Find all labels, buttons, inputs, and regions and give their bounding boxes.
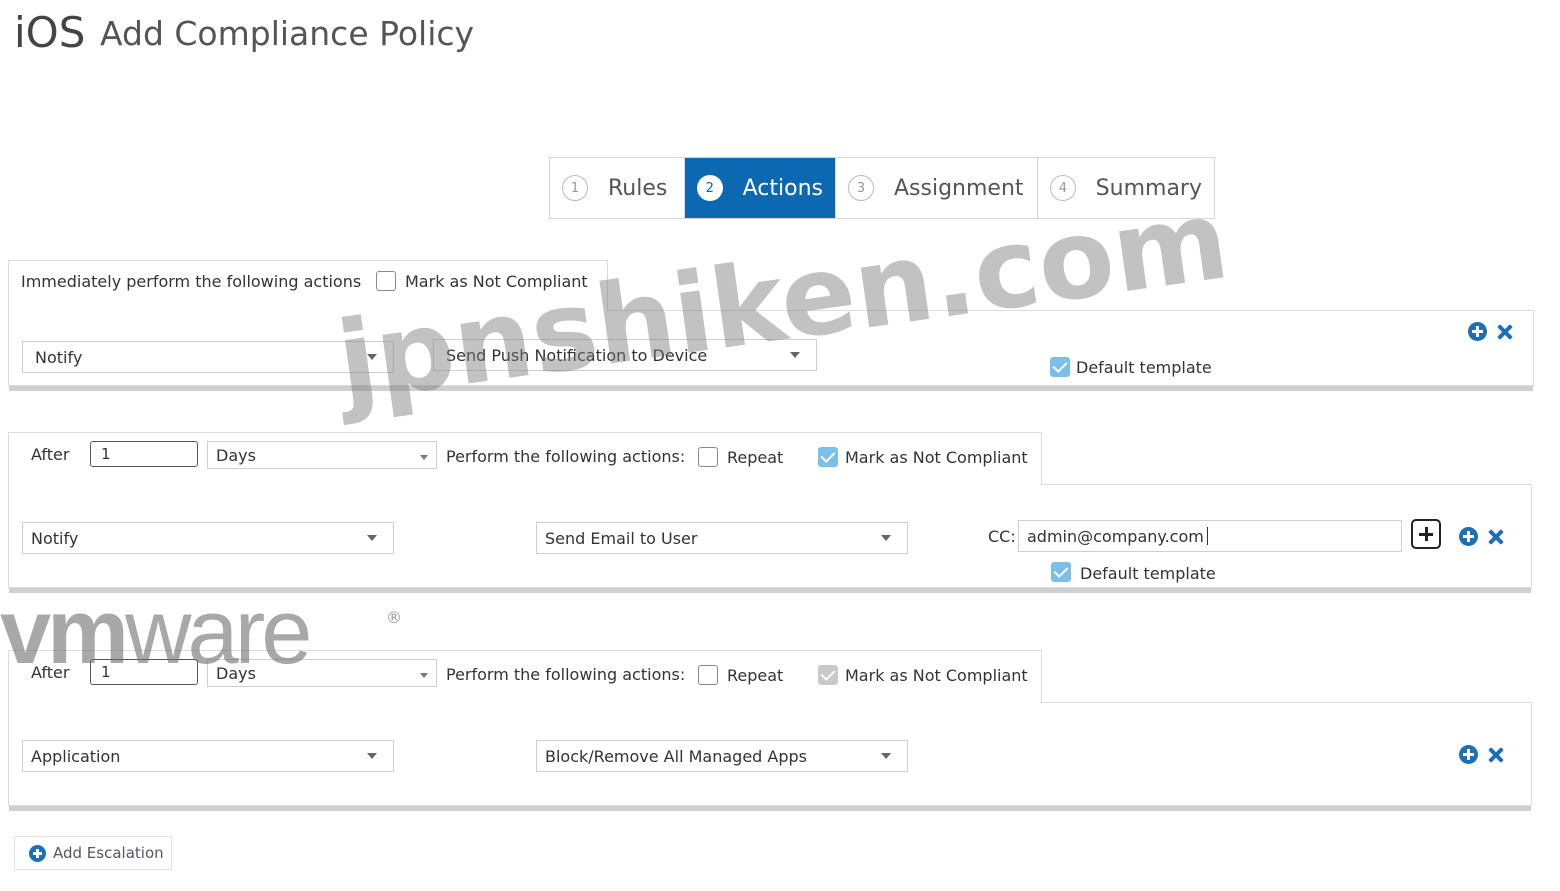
registered-mark: ® xyxy=(386,608,402,627)
chevron-down-icon xyxy=(881,753,891,759)
chevron-down-icon xyxy=(420,455,428,460)
step-number: 2 xyxy=(697,175,723,201)
os-label: iOS xyxy=(14,8,86,57)
repeat-checkbox[interactable] xyxy=(698,665,718,685)
action-type-select[interactable]: Notify xyxy=(22,522,394,554)
mark-not-compliant-label: Mark as Not Compliant xyxy=(845,448,1028,467)
default-template-label: Default template xyxy=(1076,358,1212,377)
repeat-label: Repeat xyxy=(727,666,784,685)
chevron-down-icon xyxy=(881,535,891,541)
default-template-checkbox[interactable] xyxy=(1051,562,1071,582)
action-detail-select[interactable]: Send Email to User xyxy=(536,522,908,554)
cc-label: CC: xyxy=(988,527,1016,546)
add-escalation-label: Add Escalation xyxy=(53,844,164,862)
add-cc-icon[interactable] xyxy=(1411,519,1441,549)
action-detail-value: Block/Remove All Managed Apps xyxy=(545,746,807,766)
cc-email-value: admin@company.com xyxy=(1027,526,1204,546)
unit-select[interactable]: Days xyxy=(207,441,437,469)
perform-label: Perform the following actions: xyxy=(446,447,686,466)
step-number: 3 xyxy=(848,175,874,201)
action-type-value: Notify xyxy=(31,528,79,548)
add-action-icon[interactable] xyxy=(1459,745,1478,764)
action-detail-select[interactable]: Block/Remove All Managed Apps xyxy=(536,740,908,772)
default-template-label: Default template xyxy=(1080,564,1216,583)
repeat-label: Repeat xyxy=(727,448,784,467)
mark-not-compliant-checkbox[interactable] xyxy=(376,271,396,291)
vmware-watermark: vmware xyxy=(0,580,312,685)
step-label: Actions xyxy=(742,175,823,201)
perform-label: Perform the following actions: xyxy=(446,665,686,684)
text-cursor xyxy=(1206,527,1208,545)
step-label: Rules xyxy=(608,175,668,201)
action-type-value: Application xyxy=(31,746,121,766)
mark-not-compliant-checkbox[interactable] xyxy=(818,447,838,467)
add-escalation-button[interactable]: Add Escalation xyxy=(14,836,172,870)
cc-email-input[interactable]: admin@company.com xyxy=(1018,520,1402,552)
after-value-input[interactable]: 1 xyxy=(90,441,198,467)
action-type-select[interactable]: Application xyxy=(22,740,394,772)
immediate-heading: Immediately perform the following action… xyxy=(21,272,362,291)
mark-not-compliant-label: Mark as Not Compliant xyxy=(845,666,1028,685)
chevron-down-icon xyxy=(367,753,377,759)
unit-value: Days xyxy=(216,445,256,465)
remove-action-icon[interactable] xyxy=(1488,747,1504,763)
chevron-down-icon xyxy=(420,673,428,678)
page-title: Add Compliance Policy xyxy=(100,14,475,53)
action-type-value: Notify xyxy=(35,347,83,367)
step-label: Assignment xyxy=(894,175,1024,201)
add-action-icon[interactable] xyxy=(1459,527,1478,546)
vmware-watermark-vm: vm xyxy=(0,581,129,683)
remove-action-icon[interactable] xyxy=(1488,529,1504,545)
add-action-icon[interactable] xyxy=(1468,322,1487,341)
chevron-down-icon xyxy=(367,535,377,541)
step-number: 1 xyxy=(562,175,588,201)
wizard-step-actions[interactable]: 2 Actions xyxy=(685,158,836,218)
repeat-checkbox[interactable] xyxy=(698,447,718,467)
default-template-checkbox[interactable] xyxy=(1050,357,1070,377)
remove-action-icon[interactable] xyxy=(1497,324,1513,340)
action-detail-value: Send Email to User xyxy=(545,528,698,548)
after-label: After xyxy=(31,445,70,464)
mark-not-compliant-checkbox[interactable] xyxy=(818,665,838,685)
wizard-step-rules[interactable]: 1 Rules xyxy=(550,158,685,218)
plus-circle-icon xyxy=(29,845,46,862)
vmware-watermark-ware: ware xyxy=(124,581,312,683)
